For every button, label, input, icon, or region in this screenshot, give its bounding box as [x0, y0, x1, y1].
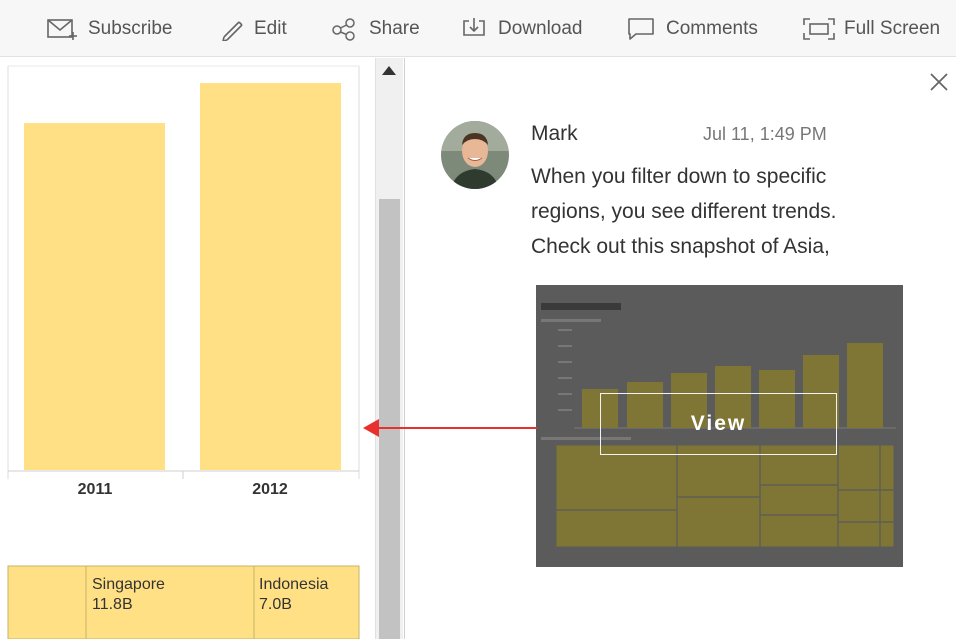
full-screen-button[interactable]: Full Screen [802, 0, 940, 57]
scroll-up-arrow-icon[interactable] [382, 66, 396, 75]
vertical-scrollbar[interactable] [375, 58, 403, 639]
share-icon [331, 17, 361, 41]
close-icon[interactable] [927, 70, 951, 94]
edit-label: Edit [254, 17, 287, 39]
comment-icon [626, 17, 658, 41]
treemap-label-country: Indonesia [259, 576, 328, 593]
treemap: Singapore 11.8B Indonesia 7.0B [7, 565, 360, 639]
x-label-2011: 2011 [78, 481, 113, 498]
subscribe-button[interactable]: Subscribe [46, 0, 173, 57]
download-icon [460, 17, 490, 41]
view-button[interactable]: View [600, 393, 837, 455]
avatar [441, 121, 509, 189]
treemap-label-value: 11.8B [92, 596, 133, 613]
treemap-label-country: Singapore [92, 576, 165, 593]
fullscreen-icon [802, 17, 836, 41]
scroll-thumb[interactable] [379, 199, 400, 639]
view-area: 2011 2012 Singapore 11.8B Indonesia 7.0B [0, 58, 404, 639]
share-button[interactable]: Share [331, 0, 420, 57]
bar-2011[interactable] [24, 123, 165, 470]
comment-timestamp: Jul 11, 1:49 PM [703, 124, 827, 144]
treemap-cell[interactable] [7, 565, 87, 639]
edit-button[interactable]: Edit [218, 0, 287, 57]
subscribe-label: Subscribe [88, 17, 173, 39]
full-screen-label: Full Screen [844, 17, 941, 39]
snapshot-thumbnail[interactable]: View [536, 285, 903, 567]
comment-line: regions, you see different trends. [531, 200, 837, 223]
pencil-icon [218, 17, 246, 41]
x-label-2012: 2012 [252, 481, 288, 498]
treemap-label-value: 7.0B [259, 596, 292, 613]
comment-line: When you filter down to specific [531, 165, 827, 188]
comment-line: Check out this snapshot of Asia, [531, 235, 830, 258]
comments-label: Comments [666, 17, 758, 39]
bar-chart: 2011 2012 Singapore 11.8B Indonesia 7.0B [7, 65, 360, 639]
comment-author: Mark [531, 122, 578, 145]
comment-text: When you filter down to specific regions… [531, 159, 931, 264]
download-button[interactable]: Download [460, 0, 583, 57]
toolbar: Subscribe Edit Share Download Comments F… [0, 0, 956, 57]
subscribe-icon [46, 17, 80, 41]
comments-button[interactable]: Comments [626, 0, 758, 57]
comments-panel: Mark Jul 11, 1:49 PM When you filter dow… [404, 58, 956, 639]
download-label: Download [498, 17, 583, 39]
share-label: Share [369, 17, 420, 39]
bar-2012[interactable] [200, 83, 341, 470]
